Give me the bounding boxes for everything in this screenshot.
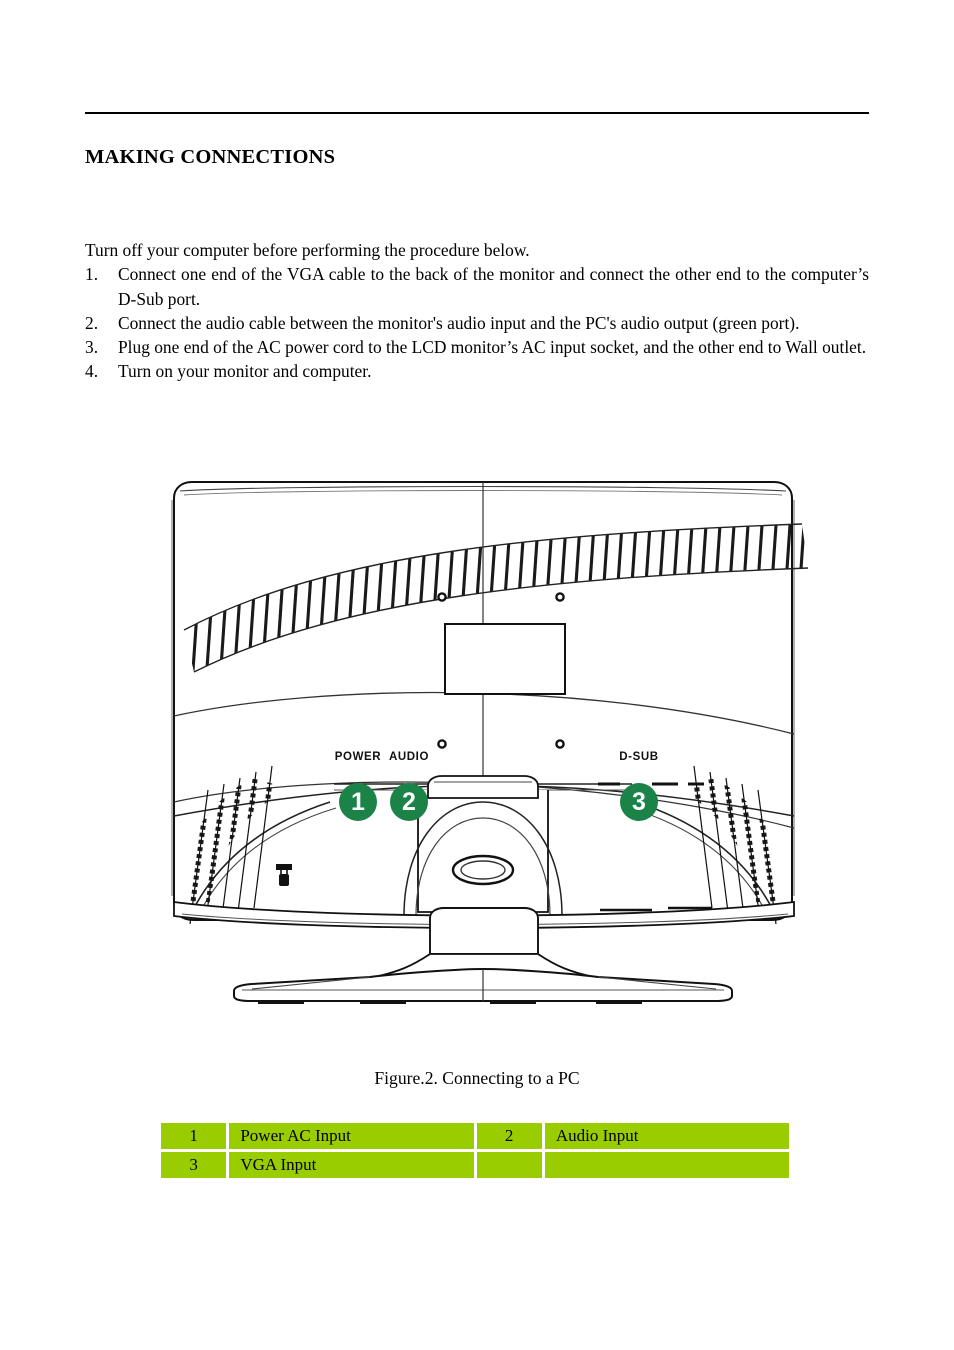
legend-label: Power AC Input	[229, 1123, 474, 1149]
legend-index	[476, 1152, 542, 1178]
monitor-rear-view-figure: POWER AUDIO D-SUB 1 2 3	[112, 472, 854, 1004]
callout-badge-1: 1	[339, 783, 377, 821]
port-label-dsub: D-SUB	[619, 751, 658, 763]
legend-label: VGA Input	[229, 1152, 474, 1178]
step-text: Connect the audio cable between the moni…	[118, 312, 800, 333]
svg-text:3: 3	[632, 788, 646, 816]
step-number: 3.	[85, 337, 99, 358]
legend-index: 2	[476, 1123, 542, 1149]
table-row: 3 VGA Input	[161, 1152, 789, 1178]
stand-hinge-cap	[427, 775, 539, 799]
stand-neck	[429, 907, 539, 955]
page-title: MAKING CONNECTIONS	[85, 145, 336, 168]
legend-label	[544, 1152, 789, 1178]
step-item: 3. Plug one end of the AC power cord to …	[85, 335, 869, 359]
intro-text: Turn off your computer before performing…	[85, 240, 530, 260]
figure-caption: Figure.2. Connecting to a PC	[374, 1068, 580, 1088]
document-page: MAKING CONNECTIONS Turn off your compute…	[0, 0, 954, 1350]
step-number: 1.	[85, 264, 99, 285]
product-label-plate	[444, 623, 566, 695]
svg-text:2: 2	[402, 788, 416, 816]
header-rule	[85, 112, 869, 114]
step-number: 4.	[85, 361, 99, 382]
table-row: 1 Power AC Input 2 Audio Input	[161, 1123, 789, 1149]
svg-text:1: 1	[351, 788, 365, 816]
step-text: Turn on your monitor and computer.	[118, 361, 372, 382]
steps-list: 1. Connect one end of the VGA cable to t…	[85, 262, 869, 383]
step-item: 1. Connect one end of the VGA cable to t…	[85, 262, 869, 311]
port-label-power: POWER	[335, 751, 382, 763]
step-text: Connect one end of the VGA cable to the …	[118, 264, 869, 309]
callout-badge-3: 3	[620, 783, 658, 821]
instructions-block: Turn off your computer before performing…	[85, 238, 869, 384]
step-number: 2.	[85, 312, 99, 333]
step-item: 2. Connect the audio cable between the m…	[85, 311, 869, 335]
connector-legend-table: 1 Power AC Input 2 Audio Input 3 VGA Inp…	[158, 1120, 792, 1181]
step-text: Plug one end of the AC power cord to the…	[118, 337, 867, 358]
step-item: 4. Turn on your monitor and computer.	[85, 359, 869, 383]
legend-index: 3	[161, 1152, 227, 1178]
legend-label: Audio Input	[544, 1123, 789, 1149]
legend-index: 1	[161, 1123, 227, 1149]
port-label-audio: AUDIO	[389, 751, 429, 763]
callout-badge-2: 2	[390, 783, 428, 821]
